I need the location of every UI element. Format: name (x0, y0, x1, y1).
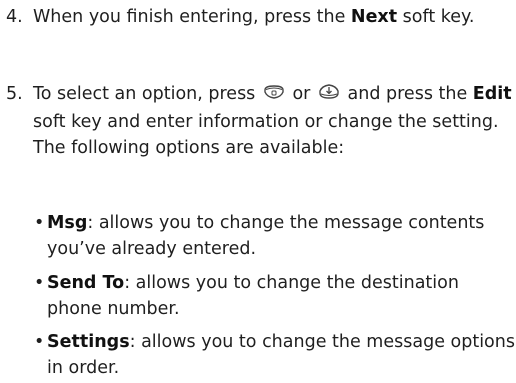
step-text-part: soft key and enter information or change… (33, 112, 499, 158)
step-5: 5. To select an option, press or and pre… (6, 81, 516, 161)
bullet-dot: • (34, 332, 45, 352)
step-4: 4. When you finish entering, press the N… (6, 4, 516, 30)
option-description: : allows you to change the message conte… (47, 213, 485, 259)
step-number: 4. (6, 7, 23, 27)
option-term: Msg (47, 213, 88, 233)
bullet-dot: • (34, 213, 45, 233)
step-text-part: To select an option, press (33, 84, 256, 104)
manual-page: 4. When you finish entering, press the N… (0, 0, 516, 383)
step-text: To select an option, press or and press … (33, 81, 516, 161)
step-text-before: When you finish entering, press the (33, 7, 351, 27)
nav-down-key-icon (318, 83, 340, 109)
edit-key-label: Edit (472, 84, 512, 104)
option-text: Send To: allows you to change the destin… (47, 270, 516, 322)
option-text: Msg: allows you to change the message co… (47, 210, 516, 262)
option-msg: • Msg: allows you to change the message … (34, 210, 516, 262)
option-term: Settings (47, 332, 130, 352)
step-text-part: and press the (347, 84, 473, 104)
bullet-dot: • (34, 273, 45, 293)
next-key-label: Next (350, 7, 398, 27)
option-term: Send To (47, 273, 125, 293)
step-text-part: or (292, 84, 311, 104)
step-text-after: soft key. (397, 7, 475, 27)
option-settings: • Settings: allows you to change the mes… (34, 329, 516, 381)
nav-up-key-icon (263, 83, 285, 109)
step-number: 5. (6, 84, 23, 104)
option-text: Settings: allows you to change the messa… (47, 329, 516, 381)
option-send-to: • Send To: allows you to change the dest… (34, 270, 516, 322)
step-text: When you finish entering, press the Next… (33, 4, 516, 30)
